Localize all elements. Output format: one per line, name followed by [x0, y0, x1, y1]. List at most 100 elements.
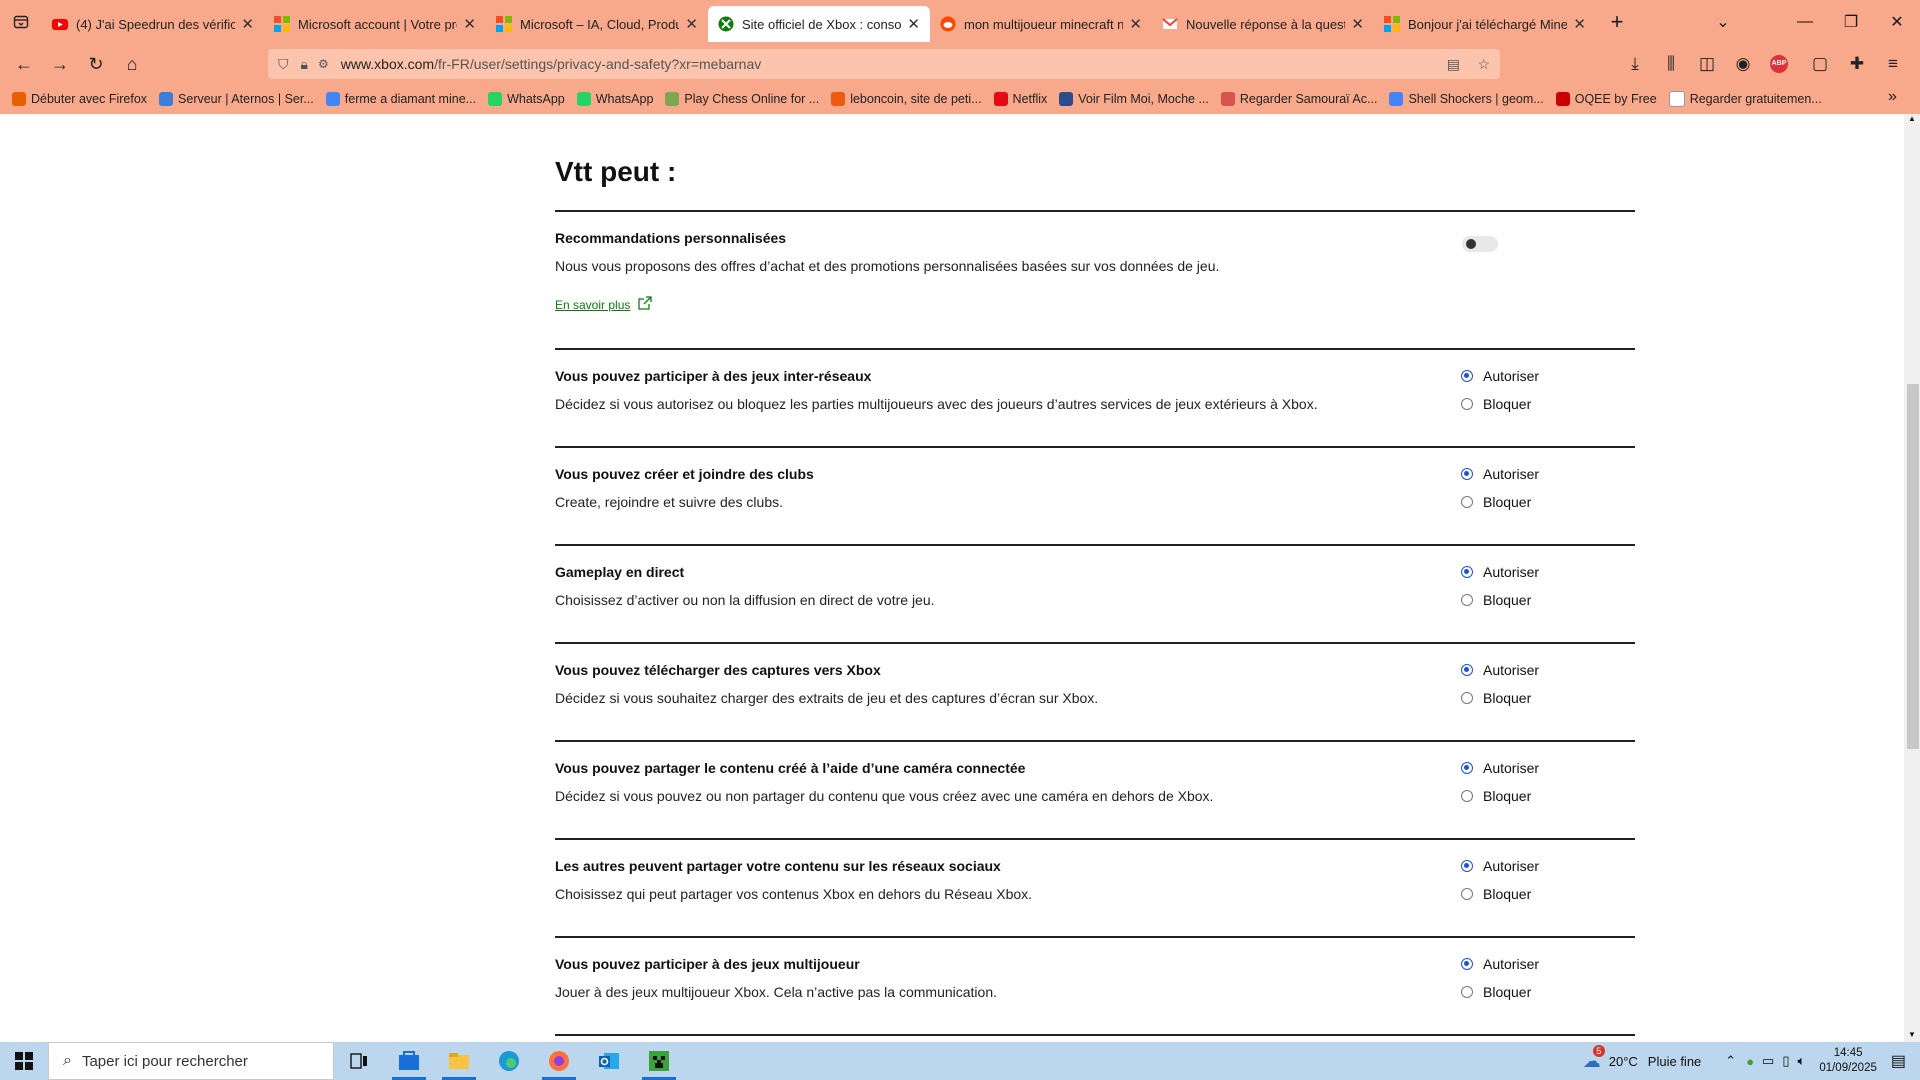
radio-button[interactable]	[1461, 496, 1473, 508]
radio-allow[interactable]: Autoriser	[1461, 956, 1539, 972]
bookmark-item[interactable]: Serveur | Aternos | Ser...	[159, 92, 314, 106]
weather-temp[interactable]: 20°C	[1609, 1054, 1638, 1069]
home-icon[interactable]: ⌂	[114, 48, 150, 80]
edge-icon[interactable]	[484, 1042, 534, 1080]
tray-app-icon[interactable]: ●	[1746, 1054, 1754, 1069]
lock-icon[interactable]: 🔒︎	[301, 56, 308, 73]
volume-icon[interactable]: 🔈︎	[1798, 1053, 1806, 1069]
radio-button[interactable]	[1461, 790, 1473, 802]
downloads-icon[interactable]: ⤓	[1623, 52, 1647, 76]
bookmark-item[interactable]: OQEE by Free	[1555, 92, 1657, 106]
radio-button[interactable]	[1461, 594, 1473, 606]
radio-allow[interactable]: Autoriser	[1461, 368, 1539, 384]
radio-block[interactable]: Bloquer	[1461, 396, 1531, 412]
back-icon[interactable]: ←	[6, 48, 42, 80]
weather-icon[interactable]: ☁ 5	[1583, 1044, 1605, 1072]
battery-icon[interactable]: ▯	[1782, 1053, 1789, 1069]
tab-4[interactable]: mon multijoueur minecraft ne fo ✕	[930, 6, 1152, 42]
bookmark-item[interactable]: Voir Film Moi, Moche ...	[1059, 92, 1209, 106]
extension-page-icon[interactable]: ▢	[1808, 52, 1832, 76]
radio-block[interactable]: Bloquer	[1461, 886, 1531, 902]
sidebar-icon[interactable]: ◫	[1695, 52, 1719, 76]
extensions-icon[interactable]: ✚	[1845, 52, 1869, 76]
radio-button[interactable]	[1461, 398, 1473, 410]
close-tab-icon[interactable]: ✕	[685, 15, 698, 33]
scroll-down-icon[interactable]: ▼	[1904, 1030, 1920, 1042]
radio-allow[interactable]: Autoriser	[1461, 466, 1539, 482]
close-tab-icon[interactable]: ✕	[1573, 15, 1586, 33]
forward-icon[interactable]: →	[42, 48, 78, 80]
radio-block[interactable]: Bloquer	[1461, 494, 1531, 510]
scrollbar-thumb[interactable]	[1907, 384, 1919, 749]
learn-more-link[interactable]: En savoir plus	[555, 296, 653, 313]
firefox-view-icon[interactable]	[0, 0, 42, 44]
adblock-icon[interactable]: ABP	[1767, 52, 1791, 76]
close-tab-icon[interactable]: ✕	[241, 15, 254, 33]
toggle-switch[interactable]	[1462, 236, 1498, 252]
close-window-icon[interactable]: ✕	[1874, 0, 1920, 44]
radio-button[interactable]	[1461, 762, 1473, 774]
windows-start-icon[interactable]	[0, 1042, 48, 1080]
scroll-up-icon[interactable]: ▲	[1904, 114, 1920, 126]
restore-icon[interactable]: ❐	[1828, 0, 1874, 44]
microsoft-store-icon[interactable]	[384, 1042, 434, 1080]
weather-text[interactable]: Pluie fine	[1648, 1054, 1701, 1069]
radio-button[interactable]	[1461, 468, 1473, 480]
bookmark-item[interactable]: Play Chess Online for ...	[665, 92, 819, 106]
bookmark-item[interactable]: WhatsApp	[576, 92, 653, 106]
bookmark-item[interactable]: ferme a diamant mine...	[325, 92, 476, 106]
radio-button[interactable]	[1461, 692, 1473, 704]
list-all-tabs-icon[interactable]: ⌄	[1700, 0, 1746, 44]
tab-0[interactable]: (4) J'ai Speedrun des vérificatio ✕	[42, 6, 264, 42]
radio-block[interactable]: Bloquer	[1461, 788, 1531, 804]
url-text[interactable]: www.xbox.com/fr-FR/user/settings/privacy…	[341, 56, 762, 72]
close-tab-icon[interactable]: ✕	[1351, 15, 1364, 33]
taskbar-search-input[interactable]: ⌕ Taper ici pour rechercher	[48, 1042, 334, 1080]
radio-button[interactable]	[1461, 370, 1473, 382]
radio-button[interactable]	[1461, 664, 1473, 676]
close-tab-icon[interactable]: ✕	[463, 15, 476, 33]
radio-allow[interactable]: Autoriser	[1461, 564, 1539, 580]
minimize-icon[interactable]: —	[1782, 0, 1828, 44]
radio-button[interactable]	[1461, 860, 1473, 872]
bookmark-item[interactable]: leboncoin, site de peti...	[831, 92, 982, 106]
radio-block[interactable]: Bloquer	[1461, 592, 1531, 608]
scrollbar[interactable]: ▲ ▼	[1904, 114, 1920, 1042]
radio-block[interactable]: Bloquer	[1461, 690, 1531, 706]
bookmark-item[interactable]: Débuter avec Firefox	[12, 92, 147, 106]
bookmark-item[interactable]: Netflix	[993, 92, 1047, 106]
tab-3[interactable]: Site officiel de Xbox : consoles, j ✕	[708, 6, 930, 42]
tab-2[interactable]: Microsoft – IA, Cloud, Productiv ✕	[486, 6, 708, 42]
network-icon[interactable]: ▭	[1762, 1053, 1774, 1069]
bookmark-item[interactable]: WhatsApp	[488, 92, 565, 106]
new-tab-button[interactable]: +	[1596, 0, 1638, 44]
bookmark-item[interactable]: Regarder gratuitemen...	[1668, 91, 1822, 107]
radio-button[interactable]	[1461, 986, 1473, 998]
bookmark-star-icon[interactable]: ☆	[1477, 56, 1490, 73]
close-tab-icon[interactable]: ✕	[1129, 15, 1142, 33]
notifications-icon[interactable]: ▤	[1891, 1051, 1906, 1071]
reload-icon[interactable]: ↻	[78, 48, 114, 80]
bookmark-item[interactable]: Regarder Samouraï Ac...	[1220, 92, 1377, 106]
shield-icon[interactable]: ⛉	[278, 56, 289, 73]
radio-button[interactable]	[1461, 566, 1473, 578]
radio-button[interactable]	[1461, 888, 1473, 900]
more-bookmarks-icon[interactable]: »	[1888, 88, 1897, 106]
url-bar[interactable]: ⛉ 🔒︎ ⚙ www.xbox.com/fr-FR/user/settings/…	[268, 49, 1500, 79]
permissions-icon[interactable]: ⚙	[318, 57, 329, 71]
reader-view-icon[interactable]: ▤	[1447, 56, 1460, 73]
library-icon[interactable]: ⫼	[1659, 52, 1683, 76]
account-icon[interactable]: ◉	[1731, 52, 1755, 76]
tab-1[interactable]: Microsoft account | Votre profil ✕	[264, 6, 486, 42]
firefox-icon[interactable]	[534, 1042, 584, 1080]
task-view-icon[interactable]	[334, 1042, 384, 1080]
clock[interactable]: 14:45 01/09/2025	[1819, 1046, 1877, 1076]
file-explorer-icon[interactable]	[434, 1042, 484, 1080]
menu-icon[interactable]: ≡	[1881, 52, 1905, 76]
tab-6[interactable]: Bonjour j'ai téléchargé Minecra ✕	[1374, 6, 1596, 42]
radio-allow[interactable]: Autoriser	[1461, 760, 1539, 776]
radio-allow[interactable]: Autoriser	[1461, 662, 1539, 678]
outlook-icon[interactable]	[584, 1042, 634, 1080]
bookmark-item[interactable]: Shell Shockers | geom...	[1389, 92, 1544, 106]
minecraft-icon[interactable]	[634, 1042, 684, 1080]
